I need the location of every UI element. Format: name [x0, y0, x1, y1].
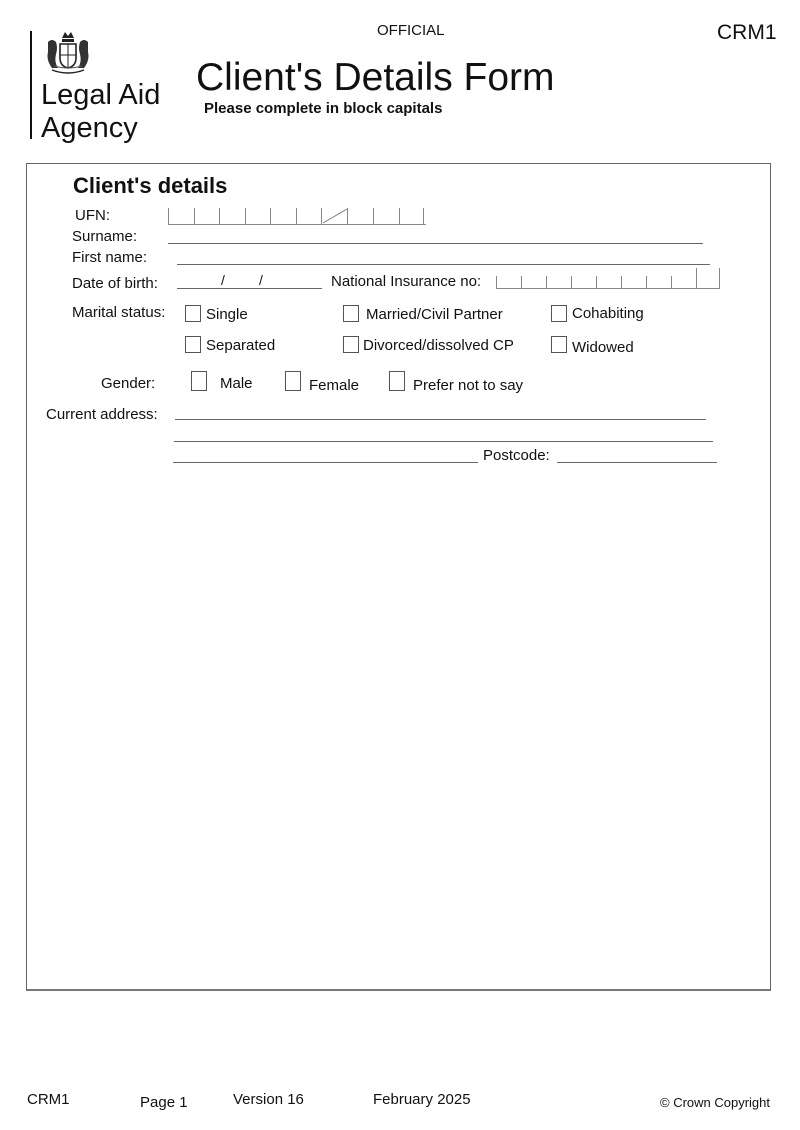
ni-cell[interactable] [521, 276, 546, 288]
gender-label: Gender: [101, 375, 156, 392]
marital-divorced-label: Divorced/dissolved CP [363, 337, 514, 354]
marital-separated-checkbox[interactable] [185, 336, 201, 353]
dob-separator: / [259, 272, 263, 288]
ni-cell[interactable] [596, 276, 621, 288]
ni-cell[interactable] [646, 276, 671, 288]
organisation-name-line2: Agency [41, 112, 138, 144]
ni-cell[interactable] [671, 276, 696, 288]
ni-input[interactable] [496, 268, 720, 289]
first-name-input[interactable] [177, 264, 710, 265]
marital-married-label: Married/Civil Partner [366, 306, 503, 323]
surname-label: Surname: [72, 228, 138, 245]
organisation-name-line1: Legal Aid [41, 79, 161, 111]
ufn-slash-icon [322, 208, 348, 224]
gender-male-label: Male [220, 375, 253, 392]
marital-cohabiting-label: Cohabiting [572, 305, 644, 322]
footer-page-number: Page 1 [140, 1094, 188, 1111]
footer-form-code: CRM1 [27, 1091, 70, 1108]
address-line1-input[interactable] [175, 419, 706, 420]
ni-cell[interactable] [571, 276, 596, 288]
ufn-label: UFN: [75, 207, 110, 224]
marital-separated-label: Separated [206, 337, 276, 354]
address-line2-input[interactable] [174, 441, 713, 442]
ufn-cell[interactable] [270, 208, 296, 224]
marital-status-label: Marital status: [72, 304, 166, 321]
ufn-cell[interactable] [296, 208, 321, 224]
first-name-label: First name: [72, 249, 148, 266]
page-subtitle: Please complete in block capitals [204, 100, 443, 117]
ufn-cell[interactable] [347, 208, 373, 224]
marital-cohabiting-checkbox[interactable] [551, 305, 567, 322]
royal-crest-icon [47, 32, 89, 74]
ni-cell[interactable] [496, 276, 521, 288]
marital-married-checkbox[interactable] [343, 305, 359, 322]
ufn-cell[interactable] [373, 208, 399, 224]
dob-input[interactable] [177, 288, 322, 289]
dob-label: Date of birth: [72, 275, 158, 292]
footer-copyright: © Crown Copyright [660, 1095, 771, 1110]
gender-prefer-not-checkbox[interactable] [389, 371, 405, 391]
ufn-cell[interactable] [399, 208, 424, 224]
address-label: Current address: [46, 406, 158, 423]
footer-date: February 2025 [373, 1091, 471, 1108]
marital-divorced-checkbox[interactable] [343, 336, 359, 353]
classification-label: OFFICIAL [377, 22, 445, 39]
ufn-cell[interactable] [194, 208, 219, 224]
surname-input[interactable] [168, 243, 703, 244]
gender-male-checkbox[interactable] [191, 371, 207, 391]
gender-female-checkbox[interactable] [285, 371, 301, 391]
section-title: Client's details [73, 173, 228, 198]
marital-single-checkbox[interactable] [185, 305, 201, 322]
ufn-separator-cell [321, 208, 348, 224]
dob-separator: / [221, 272, 225, 288]
footer-version: Version 16 [233, 1091, 304, 1108]
gender-prefer-not-label: Prefer not to say [413, 377, 524, 394]
postcode-input[interactable] [557, 462, 717, 463]
logo-divider [30, 31, 32, 139]
ufn-input[interactable] [168, 208, 426, 225]
ni-label: National Insurance no: [331, 273, 482, 290]
form-code: CRM1 [717, 21, 777, 44]
ufn-cell[interactable] [245, 208, 270, 224]
postcode-label: Postcode: [483, 447, 550, 464]
address-line3-input[interactable] [173, 462, 478, 463]
marital-single-label: Single [206, 306, 248, 323]
marital-widowed-label: Widowed [572, 339, 634, 356]
ni-cell[interactable] [621, 276, 646, 288]
gender-female-label: Female [309, 377, 360, 394]
ufn-cell[interactable] [168, 208, 194, 224]
marital-widowed-checkbox[interactable] [551, 336, 567, 353]
page-title: Client's Details Form [196, 56, 555, 99]
ni-cell[interactable] [696, 268, 720, 288]
ufn-cell[interactable] [219, 208, 245, 224]
ni-cell[interactable] [546, 276, 571, 288]
